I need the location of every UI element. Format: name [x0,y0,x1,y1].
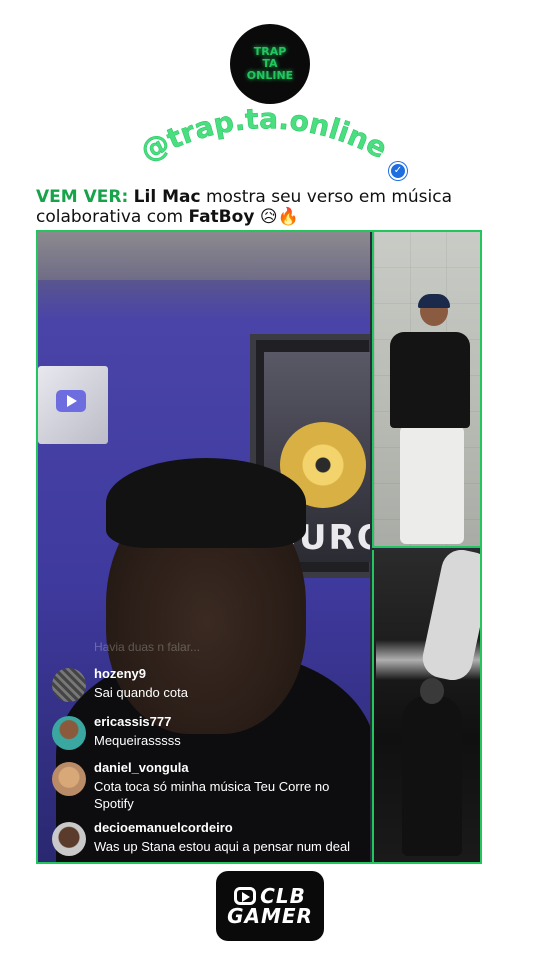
comment-text: Was up Stana estou aqui a pensar num dea… [94,839,351,854]
black-shirt [390,332,470,428]
comment-text: Mequeirasssss [94,733,181,748]
play-icon [56,390,86,412]
headline-prefix: VEM VER: [36,187,129,207]
handle-textpath: @trap.ta.online [135,102,393,168]
performer-body [402,696,462,856]
photo-man-white-pants [372,232,480,548]
brand-top-row: CLB [234,886,306,906]
comment-username[interactable]: decioemanuelcordeiro [94,820,233,835]
brand-word-1: CLB [260,884,306,908]
media-collage: OURO Havia duas n falar... hozeny9 Sai q… [36,230,482,864]
faded-comment: Havia duas n falar... [94,640,201,654]
comment-text: Cota toca só minha música Teu Corre no S… [94,779,330,811]
avatar[interactable] [52,822,86,856]
logo-line-3: ONLINE [246,69,294,82]
avatar[interactable] [52,716,86,750]
person-hair [106,458,306,548]
verified-check-icon: ✓ [389,162,407,180]
comment-username[interactable]: hozeny9 [94,666,146,681]
headline: VEM VER: Lil Mac mostra seu verso em mús… [36,187,506,227]
handle-text: @trap.ta.online [135,102,392,168]
headline-emojis: 😥🔥 [259,207,299,227]
cap-icon [418,294,450,308]
avatar[interactable] [52,668,86,702]
headline-feature: FatBoy [188,207,255,227]
performer-head [420,678,444,704]
handle-arc: @trap.ta.online [135,102,393,168]
clb-gamer-logo: CLB GAMER [216,871,324,941]
live-video-frame[interactable]: OURO Havia duas n falar... hozeny9 Sai q… [38,232,370,862]
comment-username[interactable]: ericassis777 [94,714,171,729]
logo-text: TRAP TA ONLINE [240,46,300,82]
play-button-plaque [38,366,108,444]
photo-concert-stage [372,550,480,862]
ceiling [38,232,370,280]
comment-username[interactable]: daniel_vongula [94,760,189,775]
white-pants [400,426,464,544]
headline-artist: Lil Mac [133,187,201,207]
brand-word-2: GAMER [227,904,313,928]
comment-text: Sai quando cota [94,685,188,700]
play-icon [234,887,257,905]
avatar[interactable] [52,762,86,796]
trap-ta-online-logo: TRAP TA ONLINE [230,24,310,104]
live-comments: Havia duas n falar... hozeny9 Sai quando… [38,630,370,862]
